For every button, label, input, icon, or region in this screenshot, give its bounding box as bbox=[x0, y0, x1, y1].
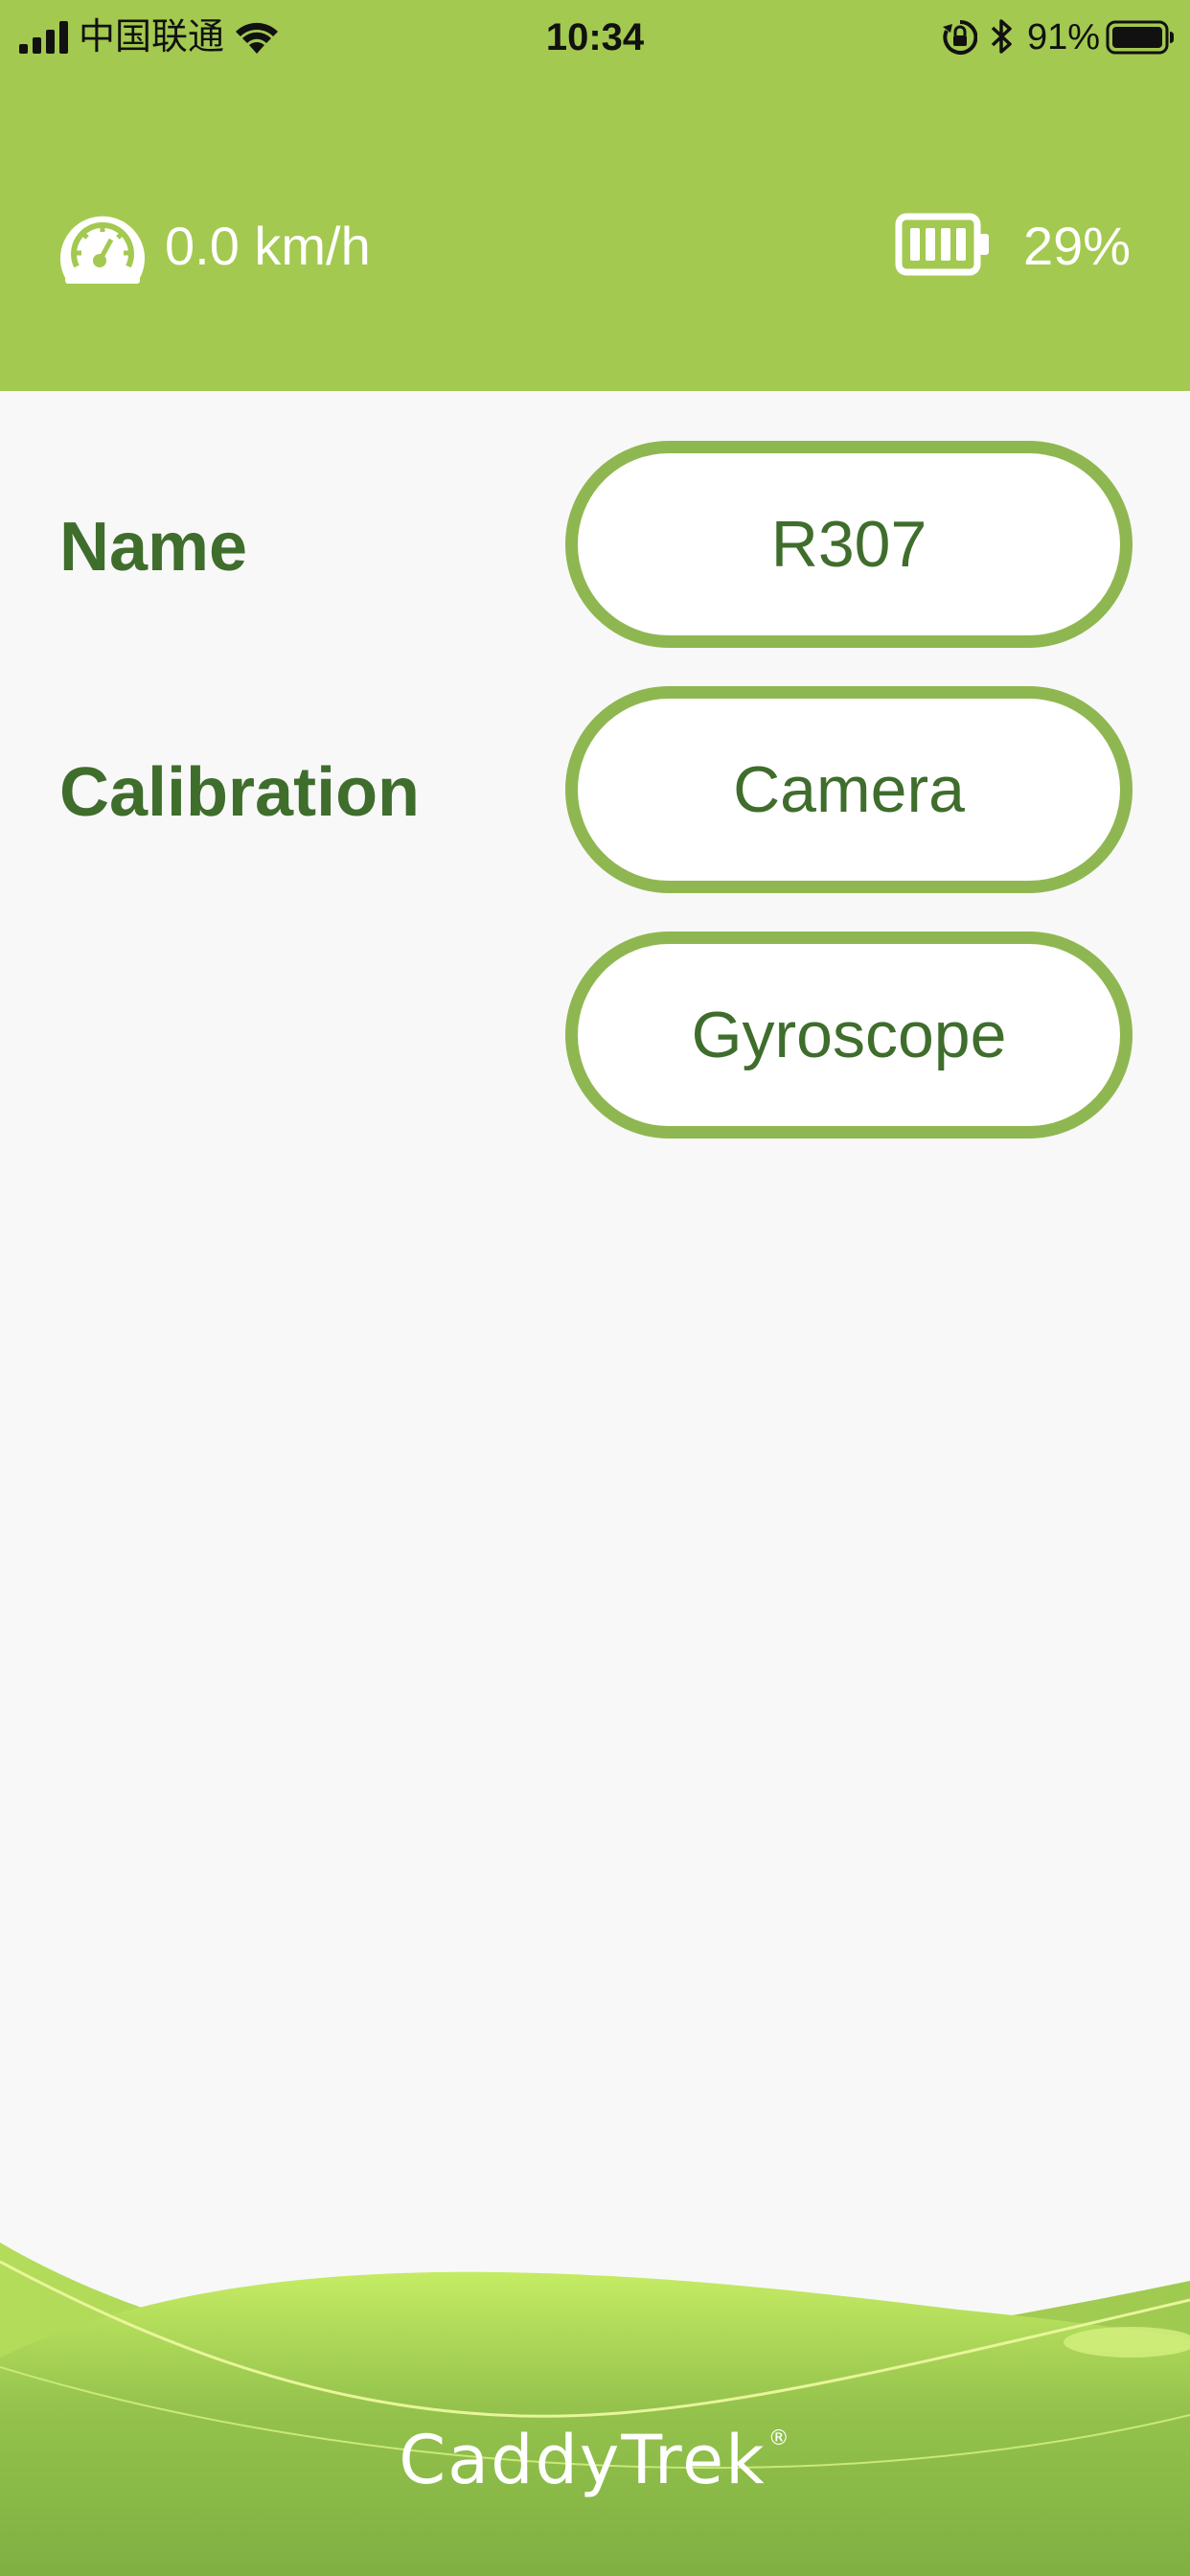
calibration-label: Calibration bbox=[59, 754, 421, 831]
phone-battery-icon bbox=[1106, 20, 1174, 55]
camera-calibration-button[interactable]: Camera bbox=[565, 686, 1133, 893]
speed-readout: 0.0 km/h bbox=[165, 216, 371, 276]
orientation-lock-icon bbox=[943, 19, 977, 55]
registered-mark: ® bbox=[767, 2426, 791, 2450]
bluetooth-icon bbox=[991, 19, 1012, 54]
status-bar: 中国联通 10:34 91% bbox=[0, 0, 1190, 77]
name-field-button[interactable]: R307 bbox=[565, 441, 1133, 648]
gyroscope-calibration-button[interactable]: Gyroscope bbox=[565, 932, 1133, 1138]
logo-text: CaddyTrek bbox=[399, 2421, 767, 2499]
caddytrek-logo: CaddyTrek® bbox=[0, 2396, 1190, 2503]
phone-battery-percent: 91% bbox=[1027, 17, 1101, 58]
battery-icon bbox=[895, 213, 989, 276]
name-label: Name bbox=[59, 509, 248, 586]
speedometer-icon bbox=[59, 216, 145, 284]
cart-battery-readout: 29% bbox=[1023, 216, 1132, 276]
